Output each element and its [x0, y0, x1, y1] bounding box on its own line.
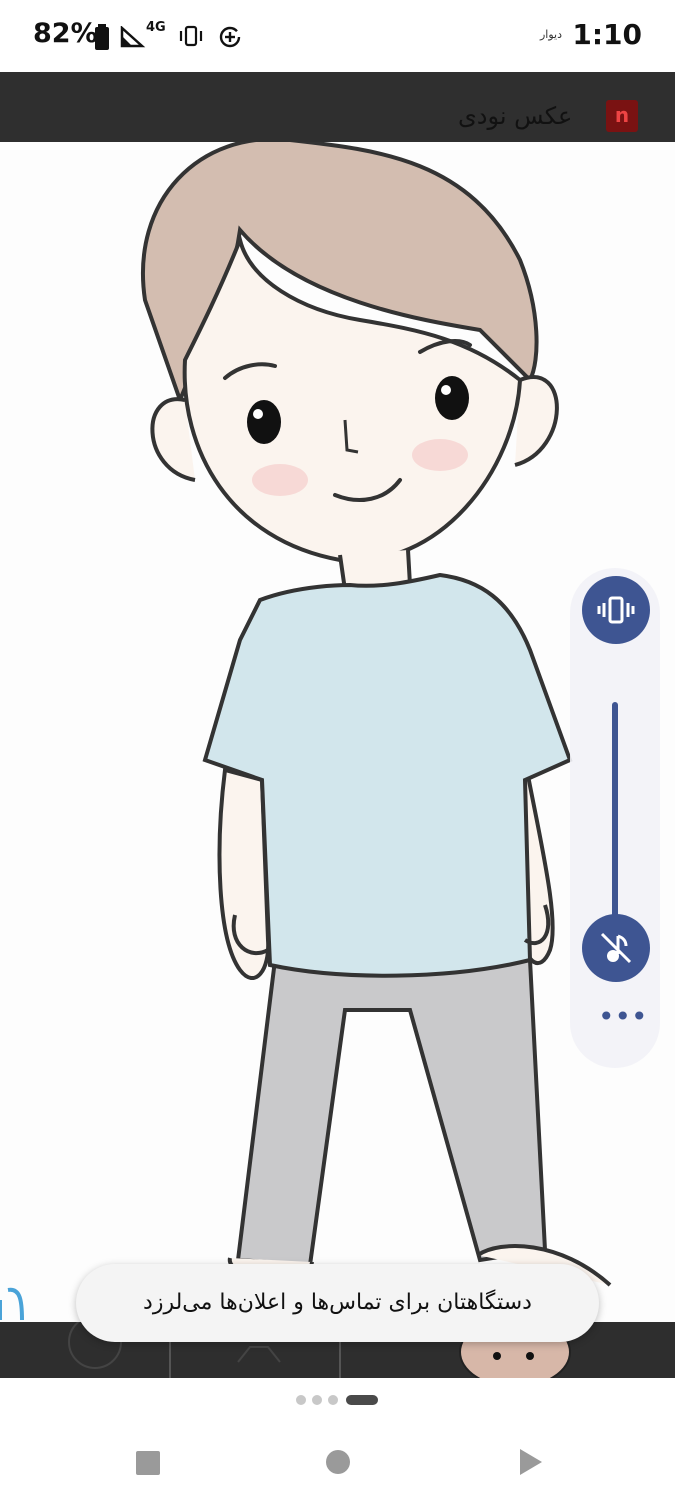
notification-app-label: دیوار — [540, 28, 563, 41]
more-icon[interactable]: ••• — [598, 1003, 648, 1032]
battery-percent: 82% — [33, 18, 98, 49]
signal-icon — [120, 26, 146, 48]
media-volume-button[interactable] — [582, 914, 650, 982]
vibrate-icon — [179, 25, 203, 47]
page-dot — [328, 1395, 338, 1405]
app-logo[interactable]: n — [606, 100, 638, 132]
toast-message: دستگاهتان برای تماس‌ها و اعلان‌ها می‌لرز… — [143, 1290, 532, 1315]
back-triangle-icon[interactable] — [520, 1449, 542, 1475]
page-dot — [296, 1395, 306, 1405]
pants — [235, 958, 548, 1268]
edge-letter-fragment — [0, 1287, 24, 1321]
right-ear — [514, 375, 559, 467]
app-title: عکس نودی — [458, 102, 573, 130]
left-eye — [247, 400, 281, 444]
right-eye — [435, 376, 469, 420]
vibrate-icon — [597, 596, 635, 624]
volume-slider-track[interactable] — [612, 702, 618, 932]
right-cheek — [412, 439, 468, 471]
app-bar — [0, 72, 675, 142]
status-bar: 82% 4G دیوار 1:10 — [0, 0, 675, 72]
ringer-mode-button[interactable] — [582, 576, 650, 644]
network-type: 4G — [146, 20, 166, 35]
page-dot-active — [346, 1395, 378, 1405]
battery-icon — [95, 24, 109, 50]
clock: 1:10 — [572, 18, 642, 51]
music-muted-icon — [600, 932, 632, 964]
page-indicator — [296, 1395, 386, 1405]
home-circle-icon[interactable] — [326, 1450, 350, 1474]
left-cheek — [252, 464, 308, 496]
recents-square-icon[interactable] — [136, 1451, 160, 1475]
toast: دستگاهتان برای تماس‌ها و اعلان‌ها می‌لرز… — [76, 1264, 599, 1342]
data-saver-icon — [219, 26, 241, 48]
page-dot — [312, 1395, 322, 1405]
